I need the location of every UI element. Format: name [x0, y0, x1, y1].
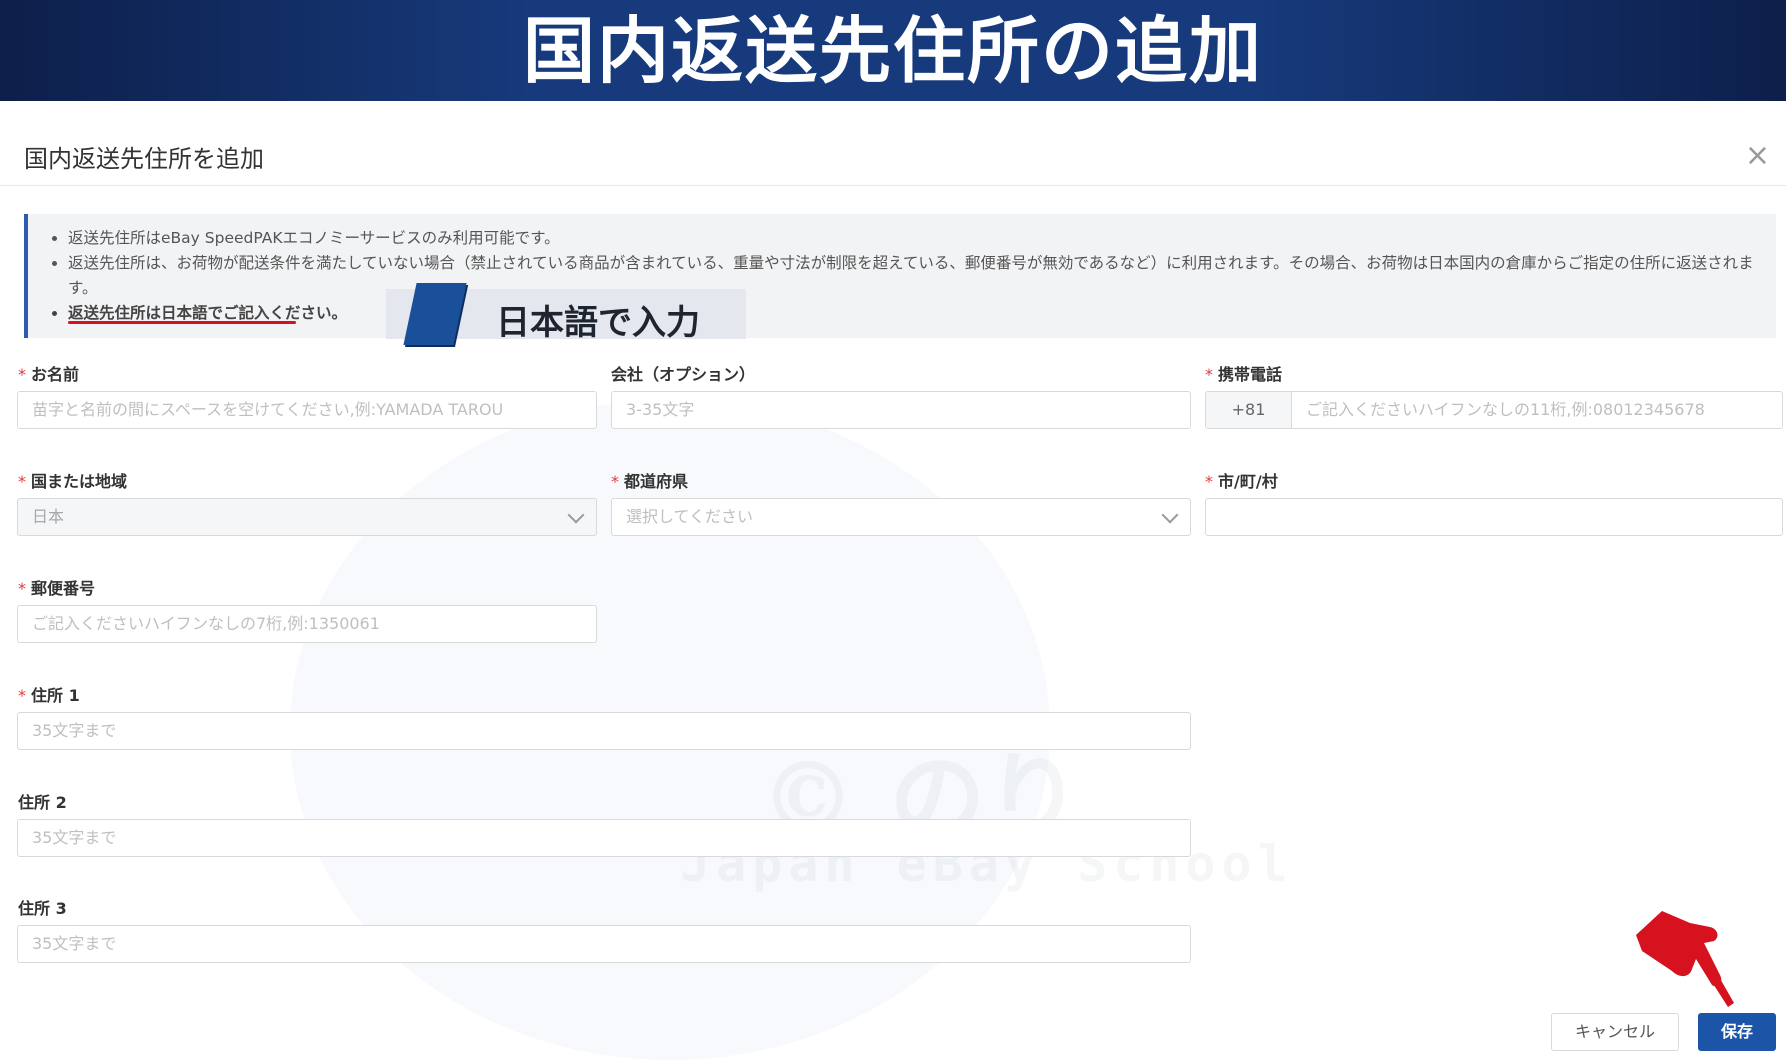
emphasis-underline [68, 321, 296, 324]
address3-label: 住所 3 [18, 899, 67, 918]
name-field[interactable]: 苗字と名前の間にスペースを空けてください,例:YAMADA TAROU [17, 391, 597, 429]
dialog-header: 国内返送先住所を追加 × [0, 101, 1786, 186]
country-label: * 国または地域 [18, 472, 128, 491]
notice-item-emphasis: 返送先住所は日本語でご記入ください。 [68, 301, 1768, 326]
callout-stripe [403, 283, 467, 345]
name-label: * お名前 [18, 365, 80, 384]
address2-label: 住所 2 [18, 793, 67, 812]
company-field[interactable]: 3-35文字 [611, 391, 1191, 429]
prefecture-select[interactable]: 選択してください [611, 498, 1191, 536]
annotation-callout: 日本語で入力 [386, 283, 746, 345]
address2-field[interactable]: 35文字まで [17, 819, 1191, 857]
prefecture-placeholder: 選択してください [626, 507, 754, 526]
phone-placeholder: ご記入くださいハイフンなしの11桁,例:08012345678 [1306, 400, 1705, 419]
callout-text: 日本語で入力 [496, 303, 700, 343]
cancel-button[interactable]: キャンセル [1551, 1013, 1679, 1051]
country-select[interactable]: 日本 [17, 498, 597, 536]
close-icon[interactable]: × [1745, 141, 1770, 171]
country-value: 日本 [32, 507, 65, 526]
chevron-down-icon [1161, 506, 1179, 524]
country-code-prefix: +81 [1206, 392, 1292, 428]
postal-label: * 郵便番号 [18, 579, 96, 598]
notice-item: 返送先住所は、お荷物が配送条件を満たしていない場合（禁止されている商品が含まれて… [68, 251, 1768, 301]
address3-field[interactable]: 35文字まで [17, 925, 1191, 963]
prefecture-label: * 都道府県 [611, 472, 689, 491]
phone-field[interactable]: +81 ご記入くださいハイフンなしの11桁,例:08012345678 [1205, 391, 1783, 429]
save-button[interactable]: 保存 [1698, 1013, 1776, 1051]
address1-label: * 住所 1 [18, 686, 80, 705]
notice-item: 返送先住所はeBay SpeedPAKエコノミーサービスのみ利用可能です。 [68, 226, 1768, 251]
title-banner: 国内返送先住所の追加 [0, 0, 1786, 101]
postal-code-field[interactable]: ご記入くださいハイフンなしの7桁,例:1350061 [17, 605, 597, 643]
banner-title: 国内返送先住所の追加 [522, 8, 1263, 93]
address1-field[interactable]: 35文字まで [17, 712, 1191, 750]
dialog-title: 国内返送先住所を追加 [24, 145, 264, 173]
company-label: 会社（オプション） [611, 365, 756, 384]
phone-label: * 携帯電話 [1205, 365, 1283, 384]
chevron-down-icon [567, 506, 585, 524]
notice-box: 返送先住所はeBay SpeedPAKエコノミーサービスのみ利用可能です。 返送… [24, 214, 1776, 338]
city-field[interactable] [1205, 498, 1783, 536]
city-label: * 市/町/村 [1205, 472, 1278, 491]
pointing-hand-icon [1636, 911, 1734, 1007]
